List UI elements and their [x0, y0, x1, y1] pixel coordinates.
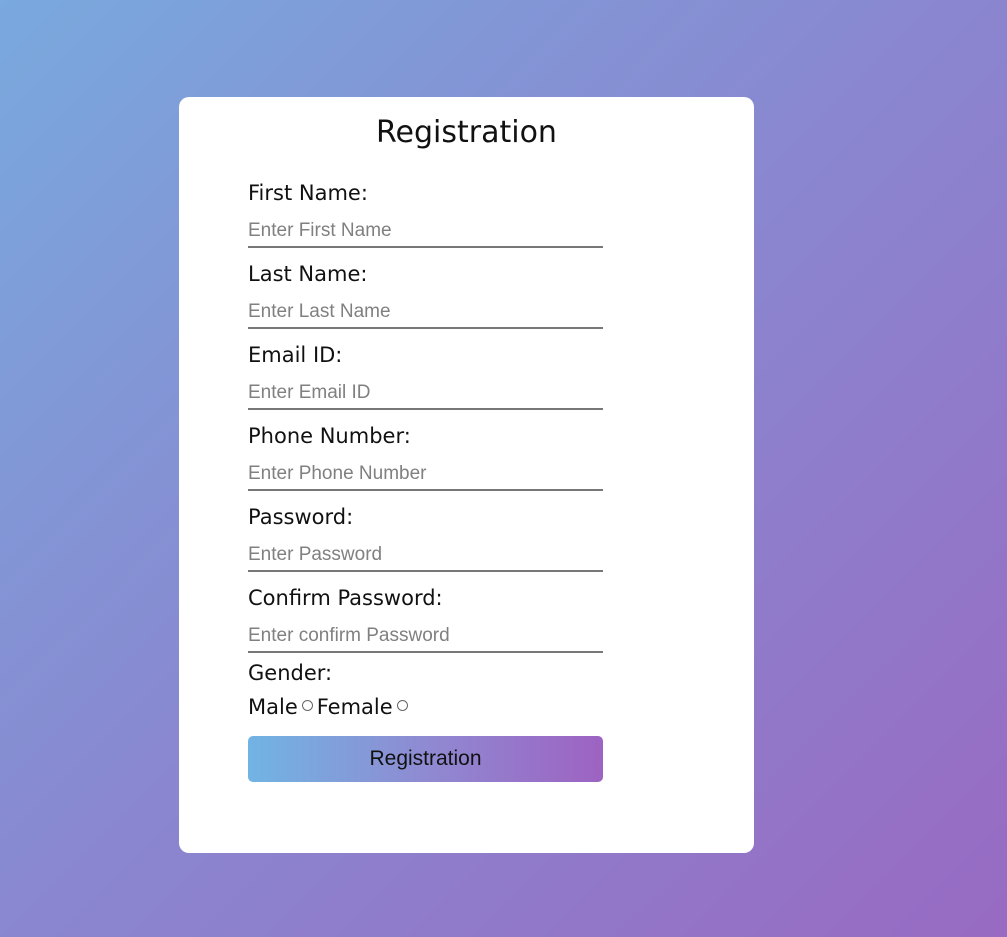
first-name-input[interactable] [248, 215, 603, 248]
gender-male-radio[interactable] [301, 699, 313, 711]
first-name-label: First Name: [248, 181, 368, 205]
registration-card: Registration First Name: Last Name: Emai… [179, 97, 754, 853]
password-input[interactable] [248, 539, 603, 572]
gender-option-female-label: Female [316, 695, 393, 719]
email-label: Email ID: [248, 343, 343, 367]
phone-input[interactable] [248, 458, 603, 491]
last-name-input[interactable] [248, 296, 603, 329]
email-input[interactable] [248, 377, 603, 410]
form-title: Registration [376, 115, 557, 150]
registration-form: First Name: Last Name: Email ID: Phone N… [248, 179, 603, 782]
last-name-label: Last Name: [248, 262, 368, 286]
password-label: Password: [248, 505, 354, 529]
phone-label: Phone Number: [248, 424, 411, 448]
phone-field: Phone Number: [248, 422, 603, 503]
first-name-field: First Name: [248, 179, 603, 260]
gender-group: Gender: Male Female [248, 659, 603, 721]
confirm-password-field: Confirm Password: [248, 584, 603, 665]
gender-options: Male Female [248, 693, 603, 721]
last-name-field: Last Name: [248, 260, 603, 341]
gender-female-radio[interactable] [396, 699, 408, 711]
password-field: Password: [248, 503, 603, 584]
confirm-password-label: Confirm Password: [248, 586, 443, 610]
confirm-password-input[interactable] [248, 620, 603, 653]
email-field: Email ID: [248, 341, 603, 422]
gender-option-male-label: Male [248, 695, 298, 719]
registration-button[interactable]: Registration [248, 736, 603, 782]
